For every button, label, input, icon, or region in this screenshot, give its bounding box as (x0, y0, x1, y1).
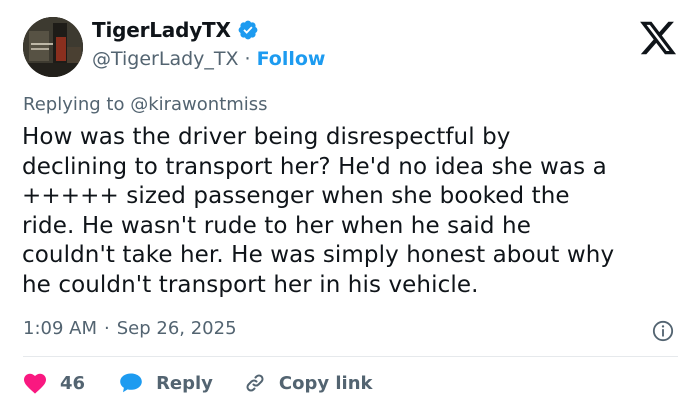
tweet-date[interactable]: Sep 26, 2025 (117, 318, 237, 339)
tweet-body: How was the driver being disrespectful b… (22, 124, 615, 298)
author-display-name[interactable]: TigerLadyTX (92, 18, 231, 42)
timestamp-separator: · (104, 318, 110, 339)
divider (23, 356, 678, 357)
reply-label: Reply (156, 372, 213, 394)
author-handle[interactable]: @TigerLady_TX (92, 48, 239, 70)
replying-to-mention[interactable]: @kirawontmiss (130, 94, 267, 115)
like-count: 46 (60, 372, 86, 394)
handle-separator: · (244, 48, 251, 70)
reply-bubble-icon (120, 373, 142, 393)
reply-button[interactable]: Reply (119, 372, 213, 394)
replying-to-prefix: Replying to (23, 94, 131, 115)
heart-icon (24, 373, 46, 394)
tweet-card: TigerLadyTX @TigerLady_TX · Follow Reply… (0, 0, 700, 410)
timestamp-row[interactable]: 1:09 AM · Sep 26, 2025 (23, 318, 237, 339)
x-logo-icon[interactable] (638, 18, 678, 58)
tweet-time[interactable]: 1:09 AM (23, 318, 97, 339)
info-icon[interactable] (652, 320, 674, 342)
copy-link-label: Copy link (278, 372, 373, 394)
copy-link-button[interactable]: Copy link (243, 371, 373, 395)
action-bar: 46 Reply Copy link (23, 370, 373, 396)
author-name-row: TigerLadyTX (92, 18, 259, 42)
replying-to-line: Replying to @kirawontmiss (23, 94, 268, 115)
follow-button[interactable]: Follow (257, 48, 326, 70)
verified-badge-icon (238, 20, 258, 40)
link-icon (246, 374, 264, 392)
author-handle-row: @TigerLady_TX · Follow (92, 48, 325, 70)
avatar[interactable] (23, 17, 83, 77)
like-button[interactable]: 46 (23, 372, 85, 394)
